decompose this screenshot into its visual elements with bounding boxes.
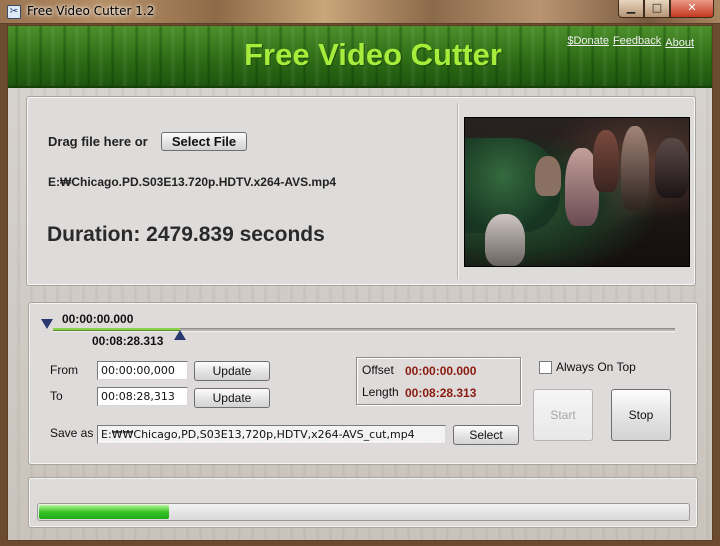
feedback-link[interactable]: Feedback [613, 35, 661, 49]
preview-figure-shape [535, 156, 561, 196]
to-label: To [50, 389, 63, 403]
save-select-button[interactable]: Select [453, 425, 519, 445]
drag-file-label: Drag file here or [48, 134, 148, 149]
from-label: From [50, 363, 78, 377]
save-path-input[interactable]: E:₩₩Chicago,PD,S03E13,720p,HDTV,x264-AVS… [97, 425, 446, 444]
length-label: Length [362, 385, 399, 399]
donate-link[interactable]: $Donate [567, 35, 609, 49]
app-header: Free Video Cutter $Donate Feedback About [8, 26, 712, 88]
window-controls: ▁ □ ✕ [618, 0, 714, 18]
end-time-label: 00:08:28.313 [92, 334, 164, 348]
scissors-icon: ✂ [7, 5, 21, 19]
file-path: E:₩Chicago.PD.S03E13.720p.HDTV.x264-AVS.… [48, 175, 337, 189]
length-value: 00:08:28.313 [405, 386, 477, 400]
always-on-top-label: Always On Top [556, 360, 636, 374]
preview-figure-shape [655, 138, 689, 198]
preview-figure-shape [485, 214, 525, 266]
preview-figure-shape [621, 126, 649, 210]
header-links: $Donate Feedback About [567, 35, 694, 49]
minimize-button[interactable]: ▁ [618, 0, 644, 18]
preview-figure-shape [593, 130, 619, 192]
end-marker-handle[interactable] [174, 330, 186, 340]
panel-divider [457, 103, 458, 279]
maximize-button[interactable]: □ [644, 0, 670, 18]
start-time-label: 00:00:00.000 [62, 312, 134, 326]
stop-button[interactable]: Stop [611, 389, 671, 441]
video-preview [464, 117, 690, 267]
from-update-button[interactable]: Update [194, 361, 270, 381]
to-update-button[interactable]: Update [194, 388, 270, 408]
cut-panel: 00:00:00.000 00:08:28.313 From 00:00:00,… [28, 302, 698, 465]
file-panel: Drag file here or Select File E:₩Chicago… [26, 96, 696, 286]
save-as-label: Save as [50, 426, 94, 440]
duration-label: Duration: 2479.839 seconds [47, 223, 325, 246]
progress-fill [39, 505, 169, 519]
timeline-track[interactable] [53, 328, 675, 332]
start-button[interactable]: Start [533, 389, 593, 441]
start-marker-handle[interactable] [41, 319, 53, 329]
to-input[interactable]: 00:08:28,313 [97, 387, 188, 406]
always-on-top-checkbox[interactable] [539, 361, 552, 374]
offset-value: 00:00:00.000 [405, 364, 477, 378]
offset-label: Offset [362, 363, 394, 377]
cut-info-box: Offset 00:00:00.000 Length 00:08:28.313 [356, 357, 521, 405]
title-bar[interactable]: ✂ Free Video Cutter 1.2 ▁ □ ✕ [0, 0, 720, 24]
close-button[interactable]: ✕ [670, 0, 714, 18]
progress-bar [37, 503, 690, 521]
timeline-selection [53, 328, 180, 331]
select-file-button[interactable]: Select File [161, 132, 247, 151]
window-client: Free Video Cutter $Donate Feedback About… [7, 25, 713, 541]
about-link[interactable]: About [665, 37, 694, 49]
progress-panel [28, 477, 698, 528]
window-title: Free Video Cutter 1.2 [27, 4, 155, 18]
from-input[interactable]: 00:00:00,000 [97, 361, 188, 380]
